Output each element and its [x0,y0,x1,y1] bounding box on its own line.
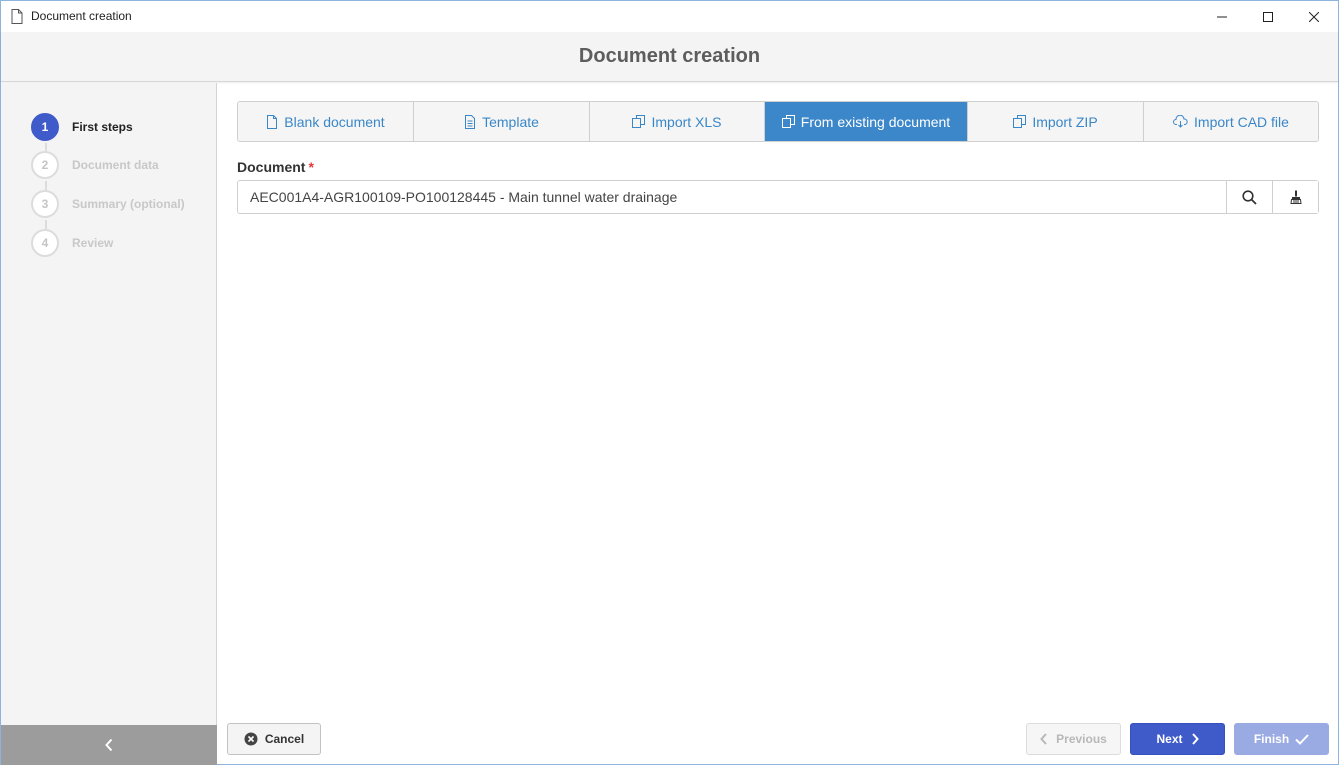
title-bar: Document creation [1,1,1338,32]
finish-label: Finish [1253,732,1290,746]
tab-label: Import ZIP [1032,113,1098,130]
finish-button[interactable]: Finish [1234,723,1329,755]
copy-icon [632,115,646,128]
page-title: Document creation [578,45,761,67]
broom-icon [1289,190,1302,204]
tab-label: Blank document [284,113,385,130]
maximize-icon [1263,11,1273,22]
cancel-label: Cancel [264,732,305,746]
search-icon [1242,189,1257,205]
maximize-button[interactable] [1245,1,1291,32]
previous-label: Previous [1056,732,1107,746]
cancel-button[interactable]: Cancel [227,723,321,755]
chevron-right-icon [1191,733,1199,745]
step-number: 4 [31,229,59,257]
tab-import-zip[interactable]: Import ZIP [968,102,1144,141]
document-input[interactable] [238,181,1226,213]
step-number: 3 [31,190,59,218]
step-summary[interactable]: 3 Summary (optional) [31,189,185,219]
tab-label: Import CAD file [1194,113,1289,130]
collapse-sidebar-button[interactable] [1,725,217,765]
close-button[interactable] [1291,1,1337,32]
step-label: Document data [72,158,159,172]
close-icon [1309,11,1319,22]
step-first-steps[interactable]: 1 First steps [31,112,133,142]
next-button[interactable]: Next [1130,723,1225,755]
tab-template[interactable]: Template [414,102,590,141]
tab-label: From existing document [800,113,951,130]
copy-icon [1013,115,1027,128]
tab-from-existing-document[interactable]: From existing document [765,102,968,141]
step-number: 1 [31,113,59,141]
chevron-left-icon [1040,733,1047,745]
wizard-sidebar: 1 First steps 2 Document data 3 Summary … [1,83,217,725]
window-title: Document creation [31,9,132,23]
step-number: 2 [31,151,59,179]
copy-icon [781,115,795,128]
clear-document-button[interactable] [1272,181,1318,213]
step-label: Review [72,236,114,250]
tab-blank-document[interactable]: Blank document [238,102,414,141]
step-document-data[interactable]: 2 Document data [31,150,159,180]
dialog-window: Document creation Document creation 1 Fi… [0,0,1339,765]
document-field [237,180,1319,214]
minimize-icon [1217,16,1227,17]
tab-label: Import XLS [651,113,722,130]
chevron-left-icon [105,738,113,752]
cloud-download-icon [1173,115,1188,128]
minimize-button[interactable] [1199,1,1245,32]
step-label: First steps [72,120,133,134]
tab-import-xls[interactable]: Import XLS [590,102,765,141]
next-label: Next [1156,732,1183,746]
dialog-header: Document creation [1,32,1338,82]
tab-import-cad-file[interactable]: Import CAD file [1144,102,1318,141]
file-icon [267,114,278,129]
required-mark: * [308,159,314,175]
search-document-button[interactable] [1226,181,1272,213]
step-label: Summary (optional) [72,197,185,211]
check-icon [1295,733,1309,745]
file-text-icon [465,114,476,129]
tab-label: Template [482,113,539,130]
step-review[interactable]: 4 Review [31,228,113,258]
cancel-circle-icon [244,732,258,746]
document-field-label: Document * [237,159,314,175]
document-label-text: Document [237,159,306,175]
document-icon [11,9,23,24]
previous-button[interactable]: Previous [1026,723,1121,755]
creation-mode-tabs: Blank document Template Import XLS From … [237,101,1319,142]
